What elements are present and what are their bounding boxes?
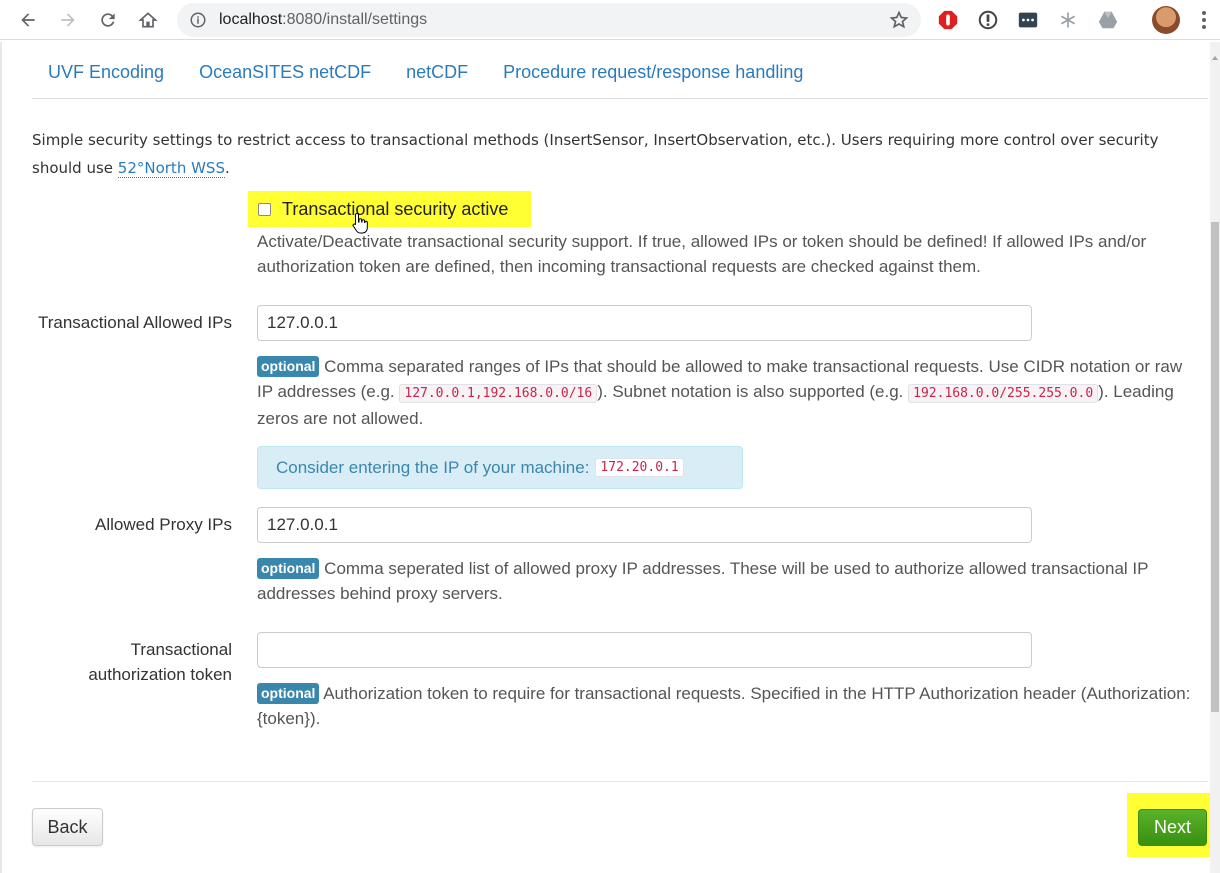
optional-badge: optional [257,356,320,377]
auth-token-help: optional Authorization token to require … [257,681,1192,731]
tab-uvf-encoding[interactable]: UVF Encoding [32,52,180,98]
profile-avatar[interactable] [1152,6,1180,34]
stop-sign-extension-icon[interactable] [936,8,960,32]
bitwarden-extension-icon[interactable] [1016,8,1040,32]
auth-token-label-line2: authorization token [88,665,232,684]
suggested-ip-code: 172.20.0.1 [595,458,684,477]
back-arrow-icon[interactable] [14,6,42,34]
optional-badge: optional [257,683,320,704]
reload-icon[interactable] [94,6,122,34]
url-path: :8080/install/settings [282,11,428,28]
next-button[interactable]: Next [1138,809,1207,846]
url-text[interactable]: localhost:8080/install/settings [219,11,427,29]
tab-netcdf[interactable]: netCDF [390,52,484,98]
allowed-ips-help-text-2: ). Subnet notation is also supported (e.… [597,382,909,401]
ip-suggestion-alert: Consider entering the IP of your machine… [257,446,743,489]
auth-token-help-text: Authorization token to require for trans… [257,684,1191,728]
snowflake-extension-icon[interactable] [1056,8,1080,32]
intro-text-end: . [224,159,230,177]
info-icon[interactable] [189,11,207,29]
browser-toolbar: localhost:8080/install/settings [0,0,1220,40]
cidr-example-code: 127.0.0.1,192.168.0.0/16 [399,384,598,403]
settings-tabs: UVF Encoding OceanSITES netCDF netCDF Pr… [32,52,1208,99]
drive-extension-icon[interactable] [1096,8,1120,32]
ip-suggestion-text: Consider entering the IP of your machine… [276,457,590,477]
transactional-security-help: Activate/Deactivate transactional securi… [257,232,1147,276]
scroll-up-arrow-icon[interactable] [1212,56,1218,60]
page-left-border [0,42,2,873]
tab-procedure-handling[interactable]: Procedure request/response handling [487,52,819,98]
url-host: localhost [219,11,283,28]
bookmark-star-icon[interactable] [889,10,909,30]
allowed-ips-input[interactable]: 127.0.0.1 [257,305,1032,341]
security-intro-text: Simple security settings to restrict acc… [32,126,1182,182]
password-manager-icon[interactable] [976,8,1000,32]
transactional-security-label[interactable]: Transactional security active [282,199,508,220]
proxy-ips-help: optional Comma seperated list of allowed… [257,556,1192,606]
tab-oceansites-netcdf[interactable]: OceanSITES netCDF [183,52,387,98]
auth-token-input[interactable] [257,632,1032,668]
home-icon[interactable] [134,6,162,34]
wss-link[interactable]: 52°North WSS [117,159,225,178]
subnet-example-code: 192.168.0.0/255.255.0.0 [908,384,1099,403]
back-button[interactable]: Back [32,808,103,846]
allowed-ips-help: optional Comma separated ranges of IPs t… [257,354,1192,431]
scrollbar-thumb[interactable] [1211,222,1219,712]
auth-token-label: Transactional authorization token [20,637,232,687]
allowed-ips-label: Transactional Allowed IPs [37,313,232,332]
proxy-ips-input[interactable]: 127.0.0.1 [257,507,1032,543]
transactional-security-checkbox[interactable] [258,202,271,216]
proxy-ips-label: Allowed Proxy IPs [95,515,232,534]
proxy-ips-help-text: Comma seperated list of allowed proxy IP… [257,559,1149,603]
auth-token-label-line1: Transactional [130,640,232,659]
browser-menu-icon[interactable] [1196,8,1212,32]
footer-divider [32,781,1208,782]
address-bar[interactable]: localhost:8080/install/settings [177,3,921,37]
optional-badge: optional [257,558,320,579]
transactional-security-checkbox-row[interactable]: Transactional security active [248,191,531,227]
page-scrollbar[interactable] [1210,42,1220,873]
forward-arrow-icon[interactable] [54,6,82,34]
